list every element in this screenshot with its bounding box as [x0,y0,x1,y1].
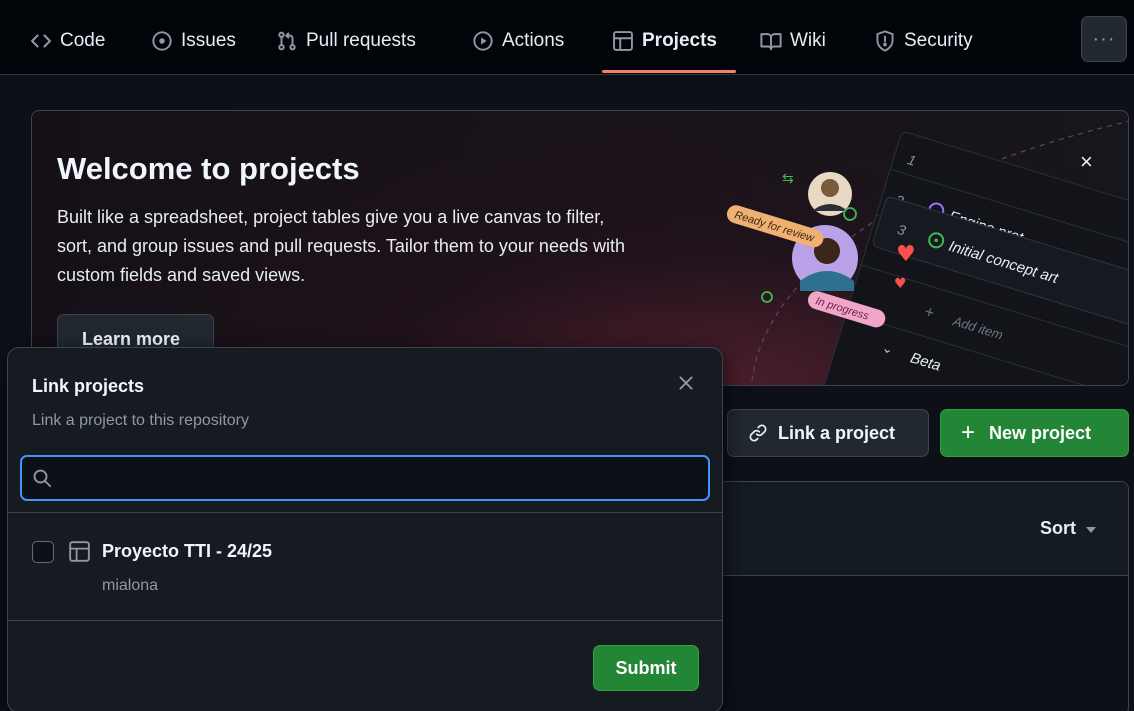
projects-list-panel [700,481,1129,711]
book-icon [760,30,782,52]
link-projects-dialog: Link projects Link a project to this rep… [7,347,723,711]
kebab-icon: ··· [1092,27,1116,50]
tab-security[interactable]: Security [874,28,973,54]
issue-opened-icon [151,30,173,52]
link-a-project-label: Link a project [778,422,896,443]
divider [8,512,722,513]
svg-text:♥: ♥ [894,276,907,292]
shield-icon [874,30,896,52]
sort-label: Sort [1040,518,1076,538]
active-tab-underline [602,70,736,73]
close-icon[interactable] [676,373,696,393]
svg-text:⇆: ⇆ [782,170,794,186]
sort-dropdown[interactable]: Sort [1040,518,1096,539]
link-a-project-button[interactable]: Link a project [727,409,929,457]
git-pull-request-icon [276,30,298,52]
play-icon [472,30,494,52]
tab-actions-label: Actions [502,30,565,51]
divider [8,620,722,621]
submit-button[interactable]: Submit [593,645,699,691]
banner-title: Welcome to projects [57,151,360,186]
banner-illustration: 1 2 Engine prot 3 Initial concept art + … [672,111,1128,385]
caret-down-icon [1086,526,1096,533]
dialog-title: Link projects [32,376,145,396]
tab-issues[interactable]: Issues [151,28,236,54]
project-search-field[interactable] [20,455,710,501]
banner-close-button[interactable]: × [1080,149,1093,175]
new-project-label: New project [989,422,1092,443]
projects-welcome-banner: Welcome to projects Built like a spreads… [31,110,1129,386]
tab-wiki[interactable]: Wiki [760,28,826,54]
dialog-subtitle: Link a project to this repository [32,412,249,429]
new-project-button[interactable]: + New project [940,409,1129,457]
tab-pull-requests[interactable]: Pull requests [276,28,416,54]
tab-actions[interactable]: Actions [472,28,564,54]
search-input[interactable] [62,465,702,491]
tab-projects-label: Projects [642,30,717,51]
table-icon [68,540,91,563]
project-name: Proyecto TTI - 24/25 [102,541,273,561]
svg-text:♥: ♥ [896,242,916,267]
tab-code[interactable]: Code [30,28,105,54]
more-tabs-button[interactable]: ··· [1081,16,1127,62]
repo-nav-bar: Code Issues Pull requests Actions Projec… [0,0,1134,75]
banner-description: Built like a spreadsheet, project tables… [57,207,625,285]
code-icon [30,30,52,52]
plus-icon: + [961,419,976,446]
link-icon [748,423,768,443]
table-icon [612,30,634,52]
search-icon [32,468,52,488]
tab-security-label: Security [904,30,973,51]
tab-code-label: Code [60,30,106,51]
tab-wiki-label: Wiki [790,30,826,51]
project-checkbox[interactable] [32,541,54,563]
tab-projects[interactable]: Projects [612,28,717,54]
tab-issues-label: Issues [181,30,236,51]
project-owner: mialona [102,577,159,594]
tab-pull-requests-label: Pull requests [306,30,416,51]
